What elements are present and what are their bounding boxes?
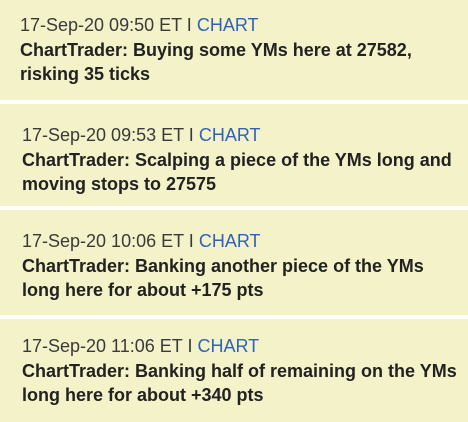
meta-separator: I — [187, 336, 193, 356]
alert-entry: 17-Sep-20 11:06 ET I CHART ChartTrader: … — [0, 319, 468, 422]
alert-message: ChartTrader: Banking another piece of th… — [22, 256, 424, 300]
alert-message: ChartTrader: Buying some YMs here at 275… — [20, 40, 412, 84]
meta-separator: I — [188, 125, 194, 145]
alert-timestamp: 17-Sep-20 09:50 ET — [20, 15, 182, 35]
chart-link[interactable]: CHART — [197, 15, 259, 35]
meta-separator: I — [188, 231, 194, 251]
alert-message: ChartTrader: Banking half of remaining o… — [22, 361, 457, 405]
alert-meta-line: 17-Sep-20 09:50 ET I CHART — [20, 13, 468, 37]
alert-timestamp: 17-Sep-20 10:06 ET — [22, 231, 184, 251]
chart-link[interactable]: CHART — [199, 125, 261, 145]
alert-meta-line: 17-Sep-20 11:06 ET I CHART — [22, 334, 468, 358]
alert-message: ChartTrader: Scalping a piece of the YMs… — [22, 150, 452, 194]
alert-timestamp: 17-Sep-20 09:53 ET — [22, 125, 184, 145]
alert-meta-line: 17-Sep-20 09:53 ET I CHART — [22, 123, 468, 147]
chart-link[interactable]: CHART — [199, 231, 261, 251]
chart-link[interactable]: CHART — [198, 336, 260, 356]
trade-alert-feed: 17-Sep-20 09:50 ET I CHART ChartTrader: … — [0, 0, 468, 422]
alert-entry: 17-Sep-20 09:50 ET I CHART ChartTrader: … — [0, 0, 468, 104]
alert-meta-line: 17-Sep-20 10:06 ET I CHART — [22, 229, 468, 253]
meta-separator: I — [186, 15, 192, 35]
alert-entry: 17-Sep-20 10:06 ET I CHART ChartTrader: … — [0, 210, 468, 319]
alert-timestamp: 17-Sep-20 11:06 ET — [22, 336, 183, 356]
alert-entry: 17-Sep-20 09:53 ET I CHART ChartTrader: … — [0, 104, 468, 210]
